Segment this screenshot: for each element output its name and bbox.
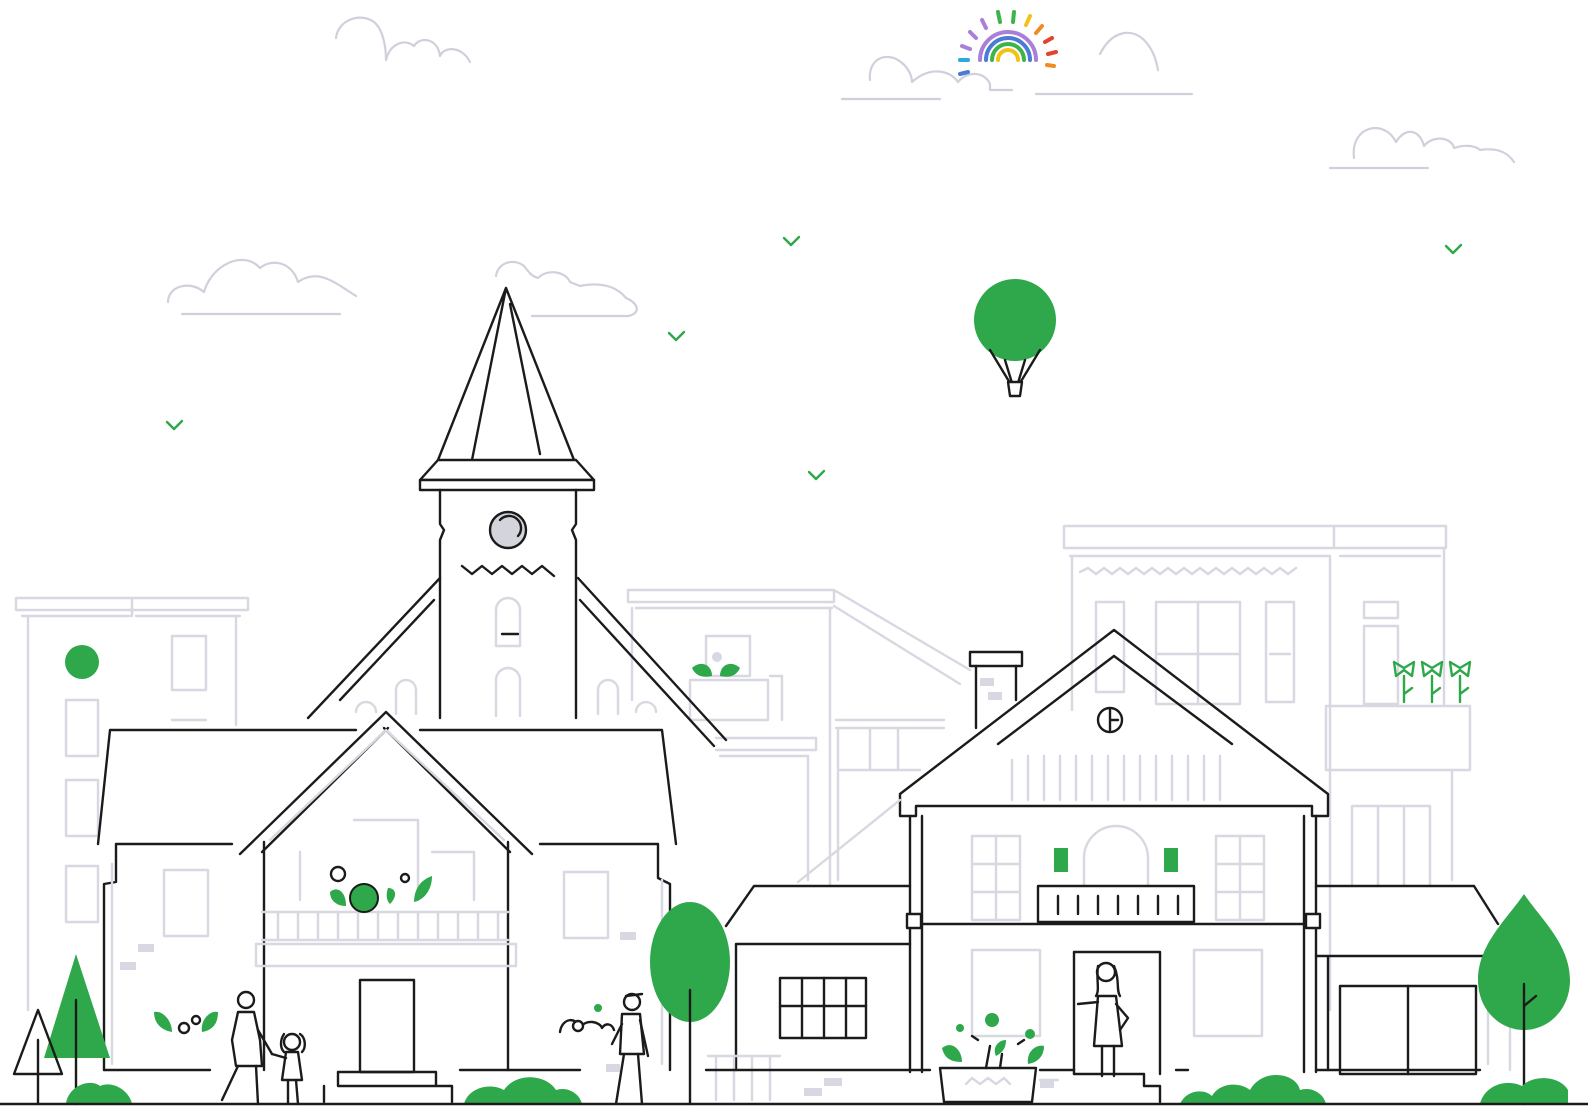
bird-icon bbox=[807, 469, 826, 481]
background-buildings bbox=[14, 524, 1512, 1072]
sky bbox=[165, 10, 1516, 481]
bird-icon bbox=[782, 235, 801, 247]
tree-icon bbox=[650, 902, 730, 1106]
rainbow-sun-icon bbox=[958, 10, 1058, 76]
clock-icon bbox=[1096, 706, 1124, 734]
bird-icon bbox=[1444, 243, 1463, 255]
bush-icon bbox=[1180, 1074, 1326, 1104]
bird-icon bbox=[165, 419, 184, 431]
bush-icon bbox=[464, 1077, 582, 1104]
person-child bbox=[270, 1032, 306, 1106]
tree-icon bbox=[44, 954, 110, 1106]
person-gardener bbox=[558, 992, 650, 1106]
clock-icon bbox=[488, 510, 528, 550]
cloud bbox=[334, 16, 472, 64]
tulip-icon bbox=[1392, 660, 1472, 704]
bird-icon bbox=[667, 330, 686, 342]
green-circle-ornament bbox=[65, 645, 99, 679]
town-illustration bbox=[0, 10, 1588, 1106]
hot-air-balloon-icon bbox=[974, 279, 1056, 398]
person-woman bbox=[1076, 961, 1130, 1078]
cloud bbox=[494, 260, 638, 318]
cloud bbox=[840, 31, 1194, 101]
cloud bbox=[166, 258, 358, 316]
cloud bbox=[1328, 126, 1516, 170]
tree-icon bbox=[1478, 894, 1570, 1106]
